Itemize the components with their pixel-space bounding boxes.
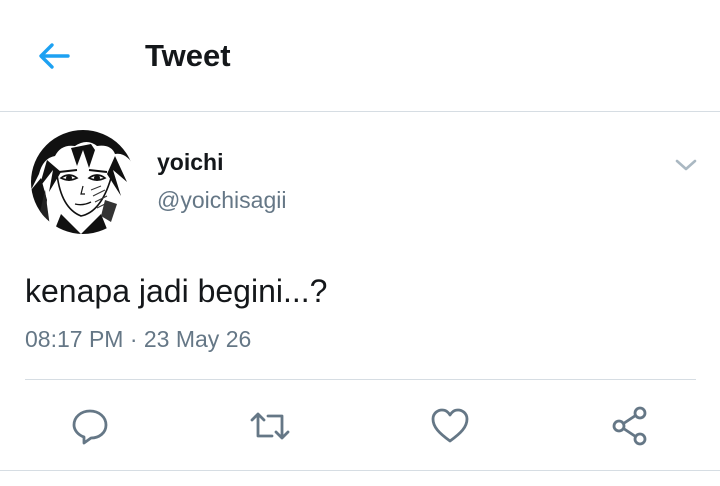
tweet-text: kenapa jadi begini...? xyxy=(25,273,328,309)
retweet-icon xyxy=(250,412,290,440)
speech-bubble-icon xyxy=(72,409,108,445)
page-title: Tweet xyxy=(145,38,231,73)
tweet-timestamp: 08:17 PM · 23 May 26 xyxy=(25,326,252,352)
author-display-name[interactable]: yoichi xyxy=(157,148,223,176)
like-button[interactable] xyxy=(424,400,476,452)
back-button[interactable] xyxy=(30,34,78,78)
chevron-down-icon xyxy=(675,159,697,171)
tweet-menu-button[interactable] xyxy=(668,150,704,180)
tweet-actions xyxy=(0,400,720,452)
arrow-left-icon xyxy=(39,43,70,69)
manga-character-avatar xyxy=(31,130,135,234)
retweet-button[interactable] xyxy=(244,400,296,452)
heart-icon xyxy=(431,408,469,443)
divider xyxy=(25,379,696,380)
share-button[interactable] xyxy=(604,400,656,452)
share-icon xyxy=(612,406,647,446)
avatar[interactable] xyxy=(31,130,135,234)
reply-button[interactable] xyxy=(64,400,116,452)
author-handle[interactable]: @yoichisagii xyxy=(157,186,286,214)
tweet-header: Tweet xyxy=(0,0,720,112)
divider xyxy=(0,470,720,471)
